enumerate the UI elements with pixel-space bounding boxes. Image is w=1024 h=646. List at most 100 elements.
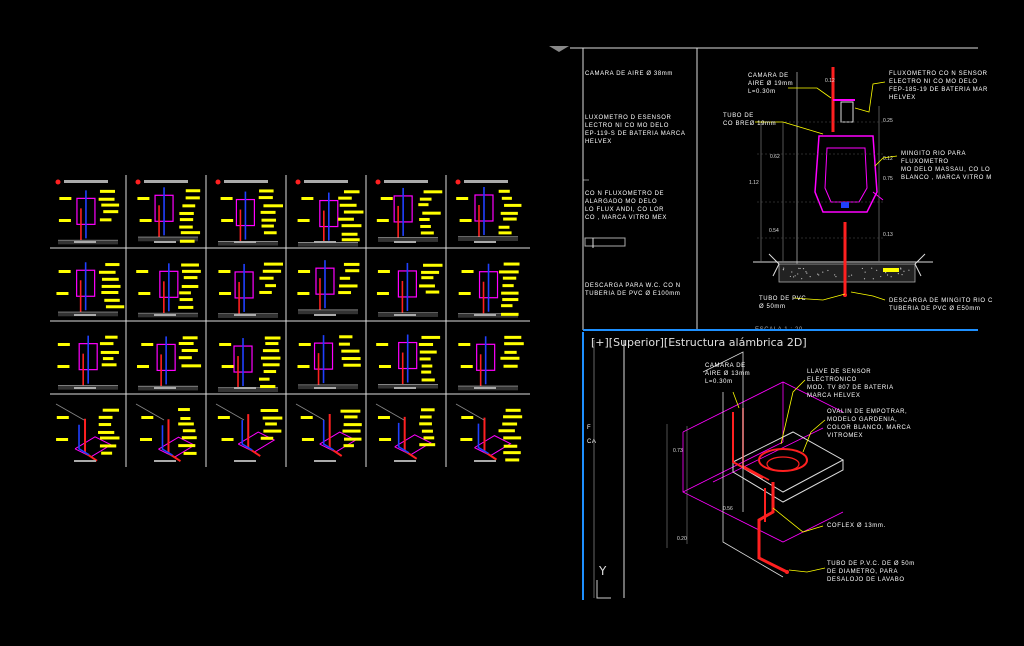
annotation-box — [503, 262, 520, 266]
annotation-box — [183, 451, 197, 455]
annotation-box — [341, 349, 360, 353]
label-camara-aire-19: CAMARA DE AIRE Ø 19mm L=0.30m — [748, 73, 794, 95]
slab-hatch-dot — [871, 267, 873, 269]
detail-caption-bar — [314, 460, 336, 462]
detail-cell — [55, 179, 120, 245]
slab-hatch-dot — [850, 274, 853, 276]
annotation-box — [505, 408, 521, 412]
annotation-box — [423, 436, 435, 440]
dimension-value: 0.20 — [677, 536, 687, 542]
annotation-box — [220, 197, 233, 200]
break-line — [914, 253, 926, 277]
annotation-box — [501, 312, 519, 316]
slab-hatch-dot — [827, 269, 829, 272]
annotation-box — [460, 438, 473, 441]
annotation-box — [56, 292, 69, 295]
annotation-box — [338, 342, 350, 346]
annotation-box — [178, 305, 194, 309]
detail-cell — [57, 335, 119, 390]
annotation-box — [99, 436, 120, 440]
slab-hatch-dot — [791, 271, 793, 273]
annotation-box — [338, 291, 352, 295]
annotation-box — [344, 415, 358, 419]
bottom-right-viewport[interactable]: 0.73 0.56 0.20 [+][Superior][Estructura al… — [583, 332, 978, 600]
dimension-value: 0.62 — [770, 154, 780, 160]
annotation-box — [181, 364, 202, 368]
left-drawing-sheet[interactable] — [50, 175, 530, 470]
annotation-box — [100, 350, 119, 354]
detail-caption-bar — [74, 314, 96, 316]
viewport-control-label[interactable]: [+][Superior][Estructura alámbrica 2D] — [591, 336, 807, 349]
annotation-box — [499, 270, 519, 274]
annotation-box — [342, 429, 361, 433]
annotation-box — [339, 335, 353, 339]
slab-hatch-dot — [876, 269, 878, 271]
detail-caption-bar — [154, 241, 176, 243]
slab-hatch-dot — [797, 273, 799, 275]
annotation-box — [185, 196, 200, 200]
leader-line — [854, 81, 886, 113]
slab-hatch-dot — [805, 271, 807, 273]
annotation-box — [139, 438, 152, 441]
annotation-box — [101, 284, 121, 288]
annotation-box — [99, 189, 116, 193]
annotation-box — [423, 190, 443, 194]
annotation-box — [261, 218, 277, 222]
detail-marker-icon — [135, 179, 141, 185]
detail-cell — [458, 262, 520, 318]
annotation-box — [265, 342, 279, 346]
annotation-box — [420, 224, 431, 228]
slab-hatch-dot — [818, 274, 820, 276]
detail-caption-bar — [74, 387, 96, 389]
annotation-box — [139, 219, 152, 222]
annotation-box — [105, 263, 120, 267]
annotation-box — [262, 349, 280, 353]
drain-pipe — [757, 482, 788, 574]
annotation-box — [98, 423, 112, 427]
slab-hatch-dot — [794, 275, 796, 277]
detail-title-bar — [384, 180, 428, 183]
annotation-box — [217, 416, 230, 419]
annotation-box — [260, 384, 276, 388]
slab-hatch-dot — [834, 274, 836, 276]
viewcube-marker-icon — [549, 46, 569, 52]
annotation-box — [500, 211, 518, 215]
detail-cell — [376, 262, 443, 317]
annotation-box — [261, 224, 274, 228]
slab-hatch-dot — [897, 273, 899, 275]
detail-title-bar — [144, 180, 188, 183]
detail-marker-icon — [215, 179, 221, 185]
annotation-box — [504, 350, 517, 354]
label-ovalin: OVALIN DE EMPOTRAR, MODELO GARDENIA, COL… — [827, 409, 912, 439]
slab-hatch-dot — [783, 267, 785, 269]
annotation-box — [259, 276, 274, 280]
annotation-box — [419, 422, 432, 426]
basin-rim — [758, 448, 808, 472]
annotation-box — [221, 219, 234, 222]
detail-caption-bar — [394, 387, 416, 389]
detail-caption-bar — [474, 460, 496, 462]
top-right-viewport[interactable]: 0.12 0.25 0.62 1.12 0.75 0.54 0.12 0.13 CAMARA … — [583, 42, 992, 333]
slab-hatch-dot — [806, 272, 808, 274]
detail-caption-bar — [394, 460, 416, 462]
annotation-box — [301, 438, 314, 441]
iso-fixture — [237, 431, 276, 453]
annotation-box — [59, 197, 72, 200]
detail-cell — [376, 334, 441, 389]
annotation-box — [338, 196, 352, 200]
annotation-box — [182, 429, 196, 433]
dimension-value: 0.73 — [673, 448, 683, 454]
annotation-box — [421, 270, 440, 274]
annotation-box — [263, 262, 283, 266]
label-coflex: COFLEX Ø 13mm. — [827, 523, 886, 529]
detail-cell — [295, 403, 362, 462]
label-descarga-wc: DESCARGA PARA W.C. CO N TUBERIA DE PVC Ø… — [585, 283, 681, 297]
label-camara-aire-13: CAMARA DE AIRE Ø 13mm L=0.30m — [705, 363, 751, 385]
annotation-box — [137, 197, 150, 200]
annotation-box — [183, 276, 198, 280]
annotation-box — [179, 298, 193, 302]
annotation-box — [179, 218, 194, 222]
annotation-box — [178, 422, 194, 426]
annotation-box — [421, 276, 434, 280]
annotation-box — [461, 270, 474, 273]
